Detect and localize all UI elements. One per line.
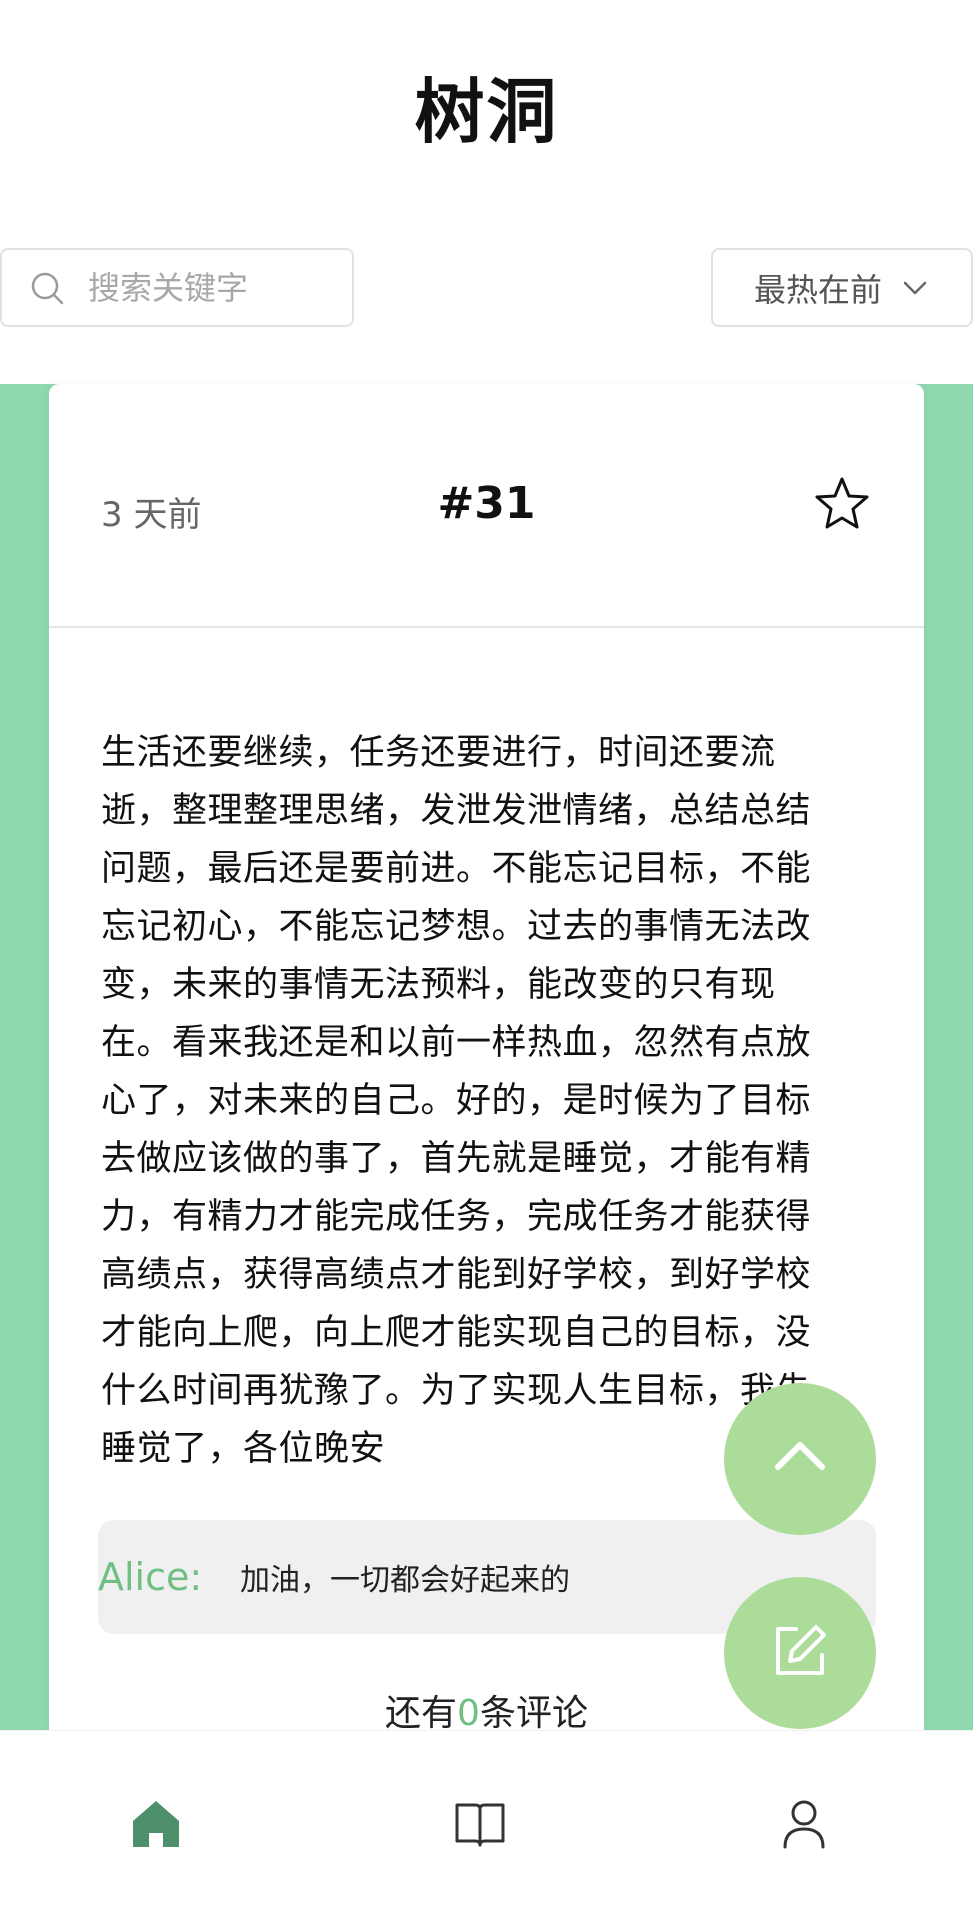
- sort-label: 最热在前: [753, 270, 882, 309]
- comment-author: Alice:: [98, 1555, 203, 1599]
- user-icon: [775, 1795, 833, 1857]
- bottom-nav: [0, 1730, 973, 1921]
- post-content: 生活还要继续，任务还要进行，时间还要流 逝，整理整理思绪，发泄发泄情绪，总结总结…: [101, 733, 812, 1469]
- star-icon[interactable]: [812, 474, 872, 534]
- nav-user[interactable]: [724, 1731, 884, 1921]
- page-title: 树洞: [414, 71, 559, 153]
- book-icon: [451, 1795, 509, 1857]
- comment-text: 加油，一切都会好起来的: [240, 1563, 570, 1598]
- edit-icon: [768, 1619, 832, 1687]
- remaining-count: 0: [457, 1693, 480, 1734]
- remaining-suffix: 条评论: [479, 1693, 588, 1734]
- post-card-header: 3 天前 #31: [49, 384, 924, 628]
- nav-book[interactable]: [400, 1731, 560, 1921]
- home-icon: [127, 1795, 185, 1857]
- search-icon: [30, 271, 64, 305]
- compose-button[interactable]: [724, 1577, 876, 1729]
- app-header: 树洞: [0, 0, 973, 220]
- post-id: #31: [437, 478, 536, 529]
- remaining-prefix: 还有: [385, 1693, 458, 1734]
- search-input[interactable]: [86, 267, 310, 308]
- nav-home[interactable]: [76, 1731, 236, 1921]
- chevron-down-icon: [900, 273, 930, 303]
- sort-dropdown[interactable]: 最热在前: [711, 248, 973, 327]
- chevron-up-icon: [768, 1425, 832, 1493]
- scroll-top-button[interactable]: [724, 1383, 876, 1535]
- search-bar[interactable]: [0, 248, 354, 327]
